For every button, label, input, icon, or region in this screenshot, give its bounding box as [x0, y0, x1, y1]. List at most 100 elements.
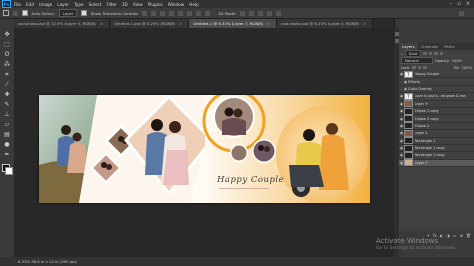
layer-name: Rectangle 1: [414, 138, 436, 143]
align-top-icon[interactable]: [169, 10, 175, 16]
fill-label: Fill:: [453, 65, 460, 70]
layer-name: Happy Couple: [414, 72, 440, 77]
filter-adjust-icon[interactable]: [428, 51, 433, 56]
tab-psd-photo[interactable]: psd photo.psd @ 12.5% (Layer 0, RGB/8) ×: [14, 19, 111, 28]
tab-untitled-1-active[interactable]: Untitled-1 @ 8.33% (Layer 7, RGB/8) ×: [189, 19, 278, 28]
auto-select-checkbox[interactable]: [22, 10, 28, 16]
menu-image[interactable]: Image: [39, 2, 52, 7]
album-artwork: [39, 95, 370, 203]
distribute-icon[interactable]: [196, 10, 202, 16]
lasso-tool-icon[interactable]: ʘ: [3, 51, 11, 58]
lock-all-icon[interactable]: [423, 65, 427, 70]
tab-untitled-psd[interactable]: Untitled-1.psd @ 6.25% (RGB/8) ×: [110, 19, 190, 28]
document-canvas[interactable]: Happy Couple: [39, 95, 370, 203]
minimize-icon[interactable]: –: [450, 1, 453, 7]
menu-type[interactable]: Type: [74, 2, 84, 7]
new-layer-icon[interactable]: ⊞: [460, 233, 463, 238]
opacity-value[interactable]: 100%: [452, 59, 462, 63]
pen-tool-icon[interactable]: ✒: [3, 151, 11, 158]
close-icon[interactable]: ×: [466, 1, 470, 7]
3d-rotate-icon[interactable]: [240, 10, 246, 16]
close-icon[interactable]: ×: [363, 21, 366, 26]
eyedropper-tool-icon[interactable]: ⁄: [3, 81, 11, 88]
menu-file[interactable]: File: [14, 2, 21, 7]
filter-shape-icon[interactable]: [439, 51, 444, 56]
menu-3d[interactable]: 3D: [122, 2, 128, 7]
lock-pixels-icon[interactable]: [412, 65, 416, 70]
3d-scale-icon[interactable]: [276, 10, 282, 16]
3d-roll-icon[interactable]: [249, 10, 255, 16]
transform-controls-checkbox[interactable]: [81, 10, 87, 16]
window-controls: – ▫ ×: [450, 1, 470, 7]
layer-name: Layer 1: [414, 131, 428, 136]
blend-mode-dropdown[interactable]: Normal: [401, 57, 433, 64]
menu-plugins[interactable]: Plugins: [148, 2, 163, 7]
move-tool-icon[interactable]: ✥: [3, 31, 11, 38]
album-title-text: Happy Couple: [217, 175, 285, 185]
healing-brush-tool-icon[interactable]: ✚: [3, 91, 11, 98]
clone-stamp-tool-icon[interactable]: ⊥: [3, 111, 11, 118]
scooter-body: [289, 165, 324, 187]
activate-windows-subtitle: Go to Settings to activate Windows.: [376, 246, 457, 251]
menu-select[interactable]: Select: [89, 2, 102, 7]
layer-name: Rectangle 1 copy: [414, 146, 445, 151]
more-options-icon[interactable]: [205, 10, 211, 16]
align-left-icon[interactable]: [142, 10, 148, 16]
tool-preset-icon[interactable]: [13, 10, 18, 16]
close-icon[interactable]: ×: [179, 21, 182, 26]
filter-type-icon[interactable]: [434, 51, 438, 56]
align-center-icon[interactable]: [151, 10, 157, 16]
3d-slide-icon[interactable]: [267, 10, 273, 16]
quick-select-tool-icon[interactable]: ⁂: [3, 61, 11, 68]
properties-icon[interactable]: [394, 39, 399, 43]
workspace-icon[interactable]: [459, 10, 464, 16]
layer-thumbnail: [404, 122, 413, 130]
3d-drag-icon[interactable]: [258, 10, 264, 16]
move-tool-icon[interactable]: [3, 10, 9, 16]
crop-tool-icon[interactable]: ⌗: [3, 71, 11, 78]
filter-pixel-icon[interactable]: [423, 51, 427, 56]
history-icon[interactable]: [394, 32, 399, 36]
brush-tool-icon[interactable]: ✎: [3, 101, 11, 108]
left-photo-woman-head: [72, 132, 82, 142]
lock-position-icon[interactable]: [417, 65, 422, 70]
menu-filter[interactable]: Filter: [106, 2, 116, 7]
auto-select-target-value: Layer: [62, 10, 74, 16]
layer-name: Ellipse 2 copy: [414, 116, 439, 121]
menu-help[interactable]: Help: [189, 2, 199, 7]
tab-layers[interactable]: Layers: [399, 43, 418, 50]
align-bottom-icon[interactable]: [187, 10, 193, 16]
menu-window[interactable]: Window: [168, 2, 185, 7]
background-color-swatch[interactable]: [5, 167, 13, 175]
marquee-tool-icon[interactable]: ⬚: [3, 41, 11, 48]
tab-channels[interactable]: Channels: [418, 43, 442, 50]
auto-select-target-dropdown[interactable]: Layer: [58, 9, 78, 17]
dodge-tool-icon[interactable]: ●: [3, 141, 11, 148]
menu-layer[interactable]: Layer: [57, 2, 69, 7]
layer-kind-dropdown[interactable]: Kind: [405, 50, 422, 57]
tab-psd-photo-2[interactable]: psd photo.psd @ 6.25% (Layer 0, RGB/8) ×: [277, 19, 374, 28]
zoom-and-document-size: 8.33% 36.6 in x 12 in (300 ppi): [18, 259, 78, 264]
layer-row-selected[interactable]: ◉ Layer 7: [399, 159, 474, 168]
layer-thumbnail: [404, 152, 413, 159]
maximize-icon[interactable]: ▫: [457, 1, 460, 7]
tab-label: psd photo.psd @ 12.5% (Layer 0, RGB/8): [18, 21, 96, 26]
eraser-tool-icon[interactable]: ▱: [3, 121, 11, 128]
align-right-icon[interactable]: [160, 10, 166, 16]
fill-value[interactable]: 100%: [462, 66, 472, 70]
layer-name: Effects: [408, 79, 420, 84]
close-icon[interactable]: ×: [267, 21, 270, 26]
layer-row[interactable]: ◉ T Happy Couple: [399, 70, 474, 79]
trash-icon[interactable]: 🗑: [466, 233, 471, 238]
align-middle-icon[interactable]: [178, 10, 184, 16]
tab-paths[interactable]: Paths: [441, 43, 457, 50]
menu-edit[interactable]: Edit: [26, 2, 34, 7]
gradient-tool-icon[interactable]: ▤: [3, 131, 11, 138]
layer-kind-value: Kind: [409, 51, 418, 56]
tab-label: psd photo.psd @ 6.25% (Layer 0, RGB/8): [281, 21, 360, 26]
blend-row: Normal Opacity: 100%: [399, 57, 474, 64]
menu-view[interactable]: View: [133, 2, 143, 7]
layer-name: Color Overlay: [408, 86, 432, 91]
layer-effects-row[interactable]: ◉ Effects: [399, 78, 474, 86]
close-icon[interactable]: ×: [100, 21, 103, 26]
